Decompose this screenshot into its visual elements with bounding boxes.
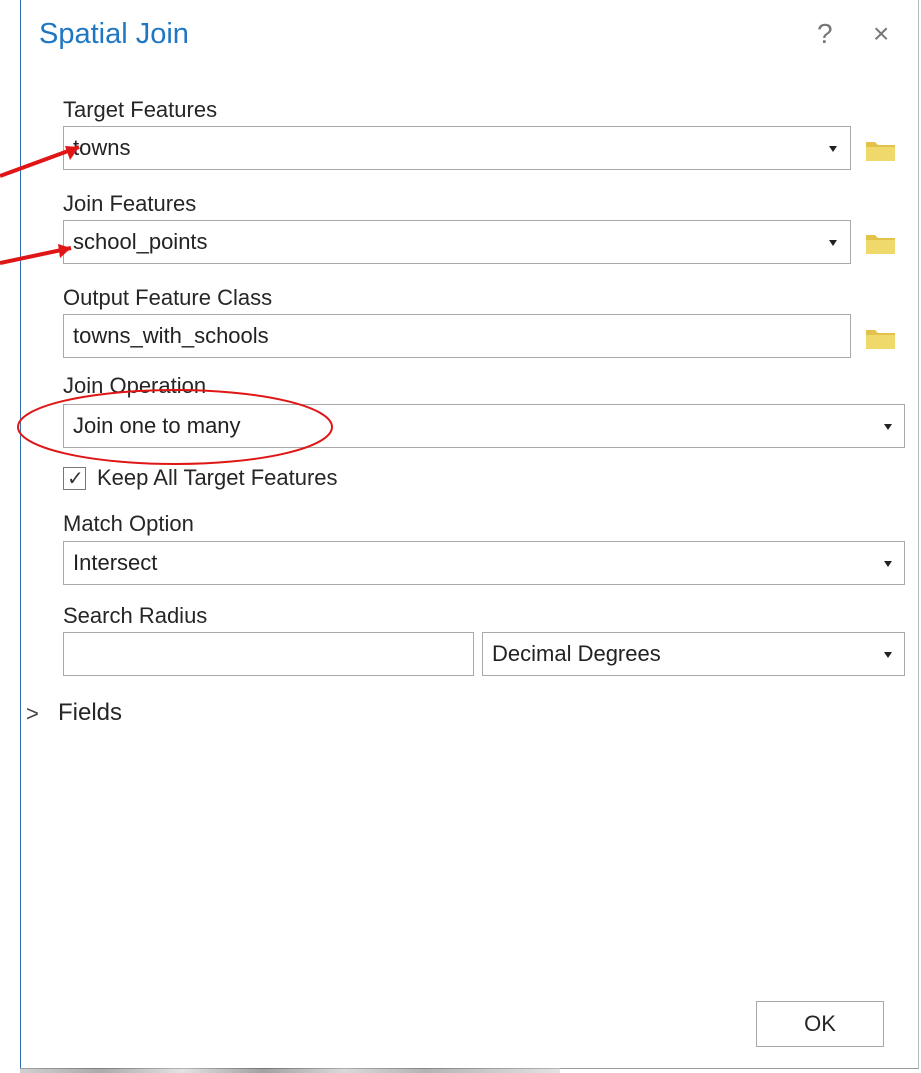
dropdown-caret-icon [829, 240, 837, 246]
spatial-join-dialog: Spatial Join ? × Target Features towns J… [20, 0, 919, 1069]
fields-section-toggle[interactable]: Fields [58, 699, 122, 727]
dropdown-caret-icon [884, 424, 892, 430]
join-features-dropdown[interactable]: school_points [63, 220, 851, 264]
background-edge [0, 0, 18, 1073]
close-icon[interactable]: × [873, 18, 889, 50]
target-features-value: towns [73, 135, 131, 160]
search-radius-unit-dropdown[interactable]: Decimal Degrees [482, 632, 905, 676]
help-icon[interactable]: ? [817, 18, 833, 50]
checkmark-icon: ✓ [67, 468, 84, 490]
search-radius-input[interactable] [63, 632, 474, 676]
join-operation-label: Join Operation [63, 373, 207, 398]
join-operation-dropdown[interactable]: Join one to many [63, 404, 905, 448]
search-radius-label: Search Radius [63, 603, 208, 628]
background-app-strip [20, 1068, 560, 1073]
output-feature-class-value: towns_with_schools [73, 323, 269, 348]
dropdown-caret-icon [884, 652, 892, 658]
output-feature-class-input[interactable]: towns_with_schools [63, 314, 851, 358]
join-features-value: school_points [73, 229, 208, 254]
target-features-label: Target Features [63, 97, 218, 122]
output-feature-class-label: Output Feature Class [63, 285, 273, 310]
ok-button[interactable]: OK [756, 1001, 884, 1047]
folder-icon[interactable] [865, 231, 896, 255]
chevron-right-icon[interactable]: > [26, 701, 39, 727]
match-option-label: Match Option [63, 511, 194, 536]
folder-icon[interactable] [865, 326, 896, 350]
join-features-label: Join Features [63, 191, 197, 216]
search-radius-unit-value: Decimal Degrees [492, 641, 661, 666]
target-features-dropdown[interactable]: towns [63, 126, 851, 170]
dropdown-caret-icon [829, 146, 837, 152]
dialog-title: Spatial Join [39, 18, 189, 50]
join-operation-value: Join one to many [73, 413, 241, 438]
match-option-value: Intersect [73, 550, 158, 575]
match-option-dropdown[interactable]: Intersect [63, 541, 905, 585]
dropdown-caret-icon [884, 561, 892, 567]
folder-icon[interactable] [865, 138, 896, 162]
keep-all-target-features-checkbox[interactable]: ✓ [63, 467, 86, 490]
keep-all-target-features-label: Keep All Target Features [97, 465, 338, 490]
